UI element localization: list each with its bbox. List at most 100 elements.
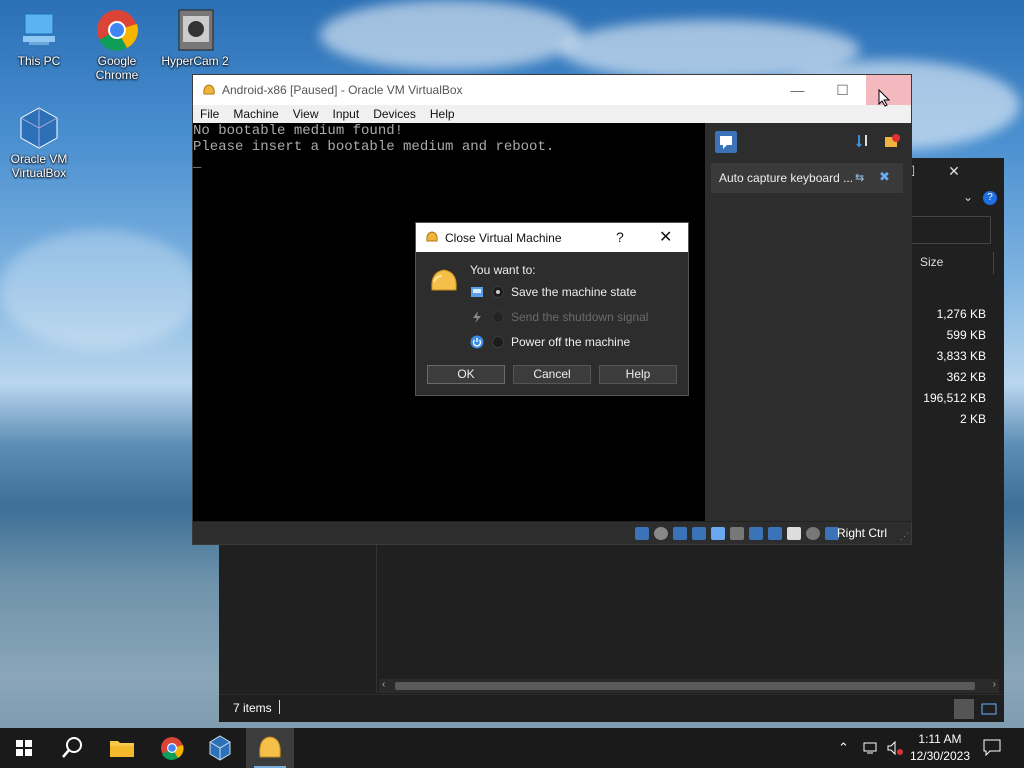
file-size: 362 KB xyxy=(946,370,986,384)
shutdown-signal-icon xyxy=(470,310,484,324)
cloud xyxy=(0,230,200,350)
vm-titlebar[interactable]: Android-x86 [Paused] - Oracle VM Virtual… xyxy=(193,75,911,107)
virtualbox-vm-icon xyxy=(259,736,281,758)
audio-icon[interactable] xyxy=(673,527,687,540)
column-header-size[interactable]: Size xyxy=(920,255,943,269)
cpu-icon[interactable] xyxy=(787,527,801,540)
taskbar-virtualbox[interactable] xyxy=(196,728,244,768)
close-button[interactable] xyxy=(866,75,911,107)
desktop-icon-virtualbox[interactable]: Oracle VM VirtualBox xyxy=(4,106,74,180)
dialog-titlebar[interactable]: Close Virtual Machine ? ✕ xyxy=(416,223,688,252)
minimize-button[interactable]: — xyxy=(775,75,820,105)
size-column: 1,276 KB 599 KB 3,833 KB 362 KB 196,512 … xyxy=(923,306,986,432)
scroll-right-icon[interactable]: › xyxy=(993,679,996,690)
virtualbox-icon xyxy=(209,735,231,761)
message-icon[interactable] xyxy=(715,131,737,153)
search-button[interactable] xyxy=(48,728,96,768)
display-icon[interactable] xyxy=(749,527,763,540)
recording-icon[interactable] xyxy=(768,527,782,540)
desktop-icon-hypercam[interactable]: HyperCam 2 xyxy=(160,8,230,68)
desktop-icon-label: This PC xyxy=(17,54,61,68)
search-input[interactable] xyxy=(911,216,991,244)
close-vm-dialog[interactable]: Close Virtual Machine ? ✕ You want to: S… xyxy=(415,222,689,396)
mouse-integration-icon[interactable] xyxy=(806,527,820,540)
file-size: 599 KB xyxy=(946,328,986,342)
notification-center: Auto capture keyboard ... ⇆ ✖ xyxy=(707,123,912,523)
power-off-radio[interactable] xyxy=(492,336,504,348)
notification-text: Auto capture keyboard ... xyxy=(719,171,854,185)
search-icon xyxy=(62,737,82,758)
column-divider xyxy=(993,252,994,274)
file-size: 1,276 KB xyxy=(936,307,986,321)
taskbar-virtualbox-vm[interactable] xyxy=(246,728,294,768)
file-explorer-icon xyxy=(110,741,134,757)
menu-help[interactable]: Help xyxy=(423,105,462,123)
toggle-icon[interactable]: ⇆ xyxy=(855,171,864,184)
chevron-down-icon[interactable]: ⌄ xyxy=(963,190,973,204)
menu-machine[interactable]: Machine xyxy=(226,105,285,123)
option-label: Power off the machine xyxy=(511,335,631,349)
scroll-left-icon[interactable]: ‹ xyxy=(382,679,385,690)
text-cursor xyxy=(279,700,280,714)
menu-file[interactable]: File xyxy=(193,105,226,123)
cloud xyxy=(320,0,580,70)
save-state-radio[interactable] xyxy=(492,286,504,298)
dialog-prompt: You want to: xyxy=(470,263,536,277)
console-cursor: _ xyxy=(193,155,202,171)
notifications-icon[interactable] xyxy=(982,738,1002,759)
network-icon[interactable] xyxy=(862,740,880,759)
clear-all-icon[interactable] xyxy=(883,133,901,149)
virtualbox-vm-icon xyxy=(201,82,217,98)
option-label: Save the machine state xyxy=(511,285,637,299)
mouse-cursor-icon xyxy=(878,89,891,107)
scrollbar-thumb[interactable] xyxy=(395,682,975,690)
host-key-label[interactable]: Right Ctrl xyxy=(837,526,887,540)
menu-view[interactable]: View xyxy=(286,105,326,123)
help-icon[interactable]: ? xyxy=(983,191,997,205)
shared-folders-icon[interactable] xyxy=(730,527,744,540)
desktop-icon-this-pc[interactable]: This PC xyxy=(4,8,74,68)
console-line: No bootable medium found! xyxy=(193,123,404,139)
navigation-pane[interactable] xyxy=(219,543,377,693)
details-view-icon[interactable] xyxy=(954,699,974,719)
start-icon xyxy=(16,740,32,756)
taskbar-chrome[interactable] xyxy=(148,728,196,768)
shutdown-signal-radio xyxy=(492,311,504,323)
close-icon[interactable]: ✕ xyxy=(659,227,672,247)
close-notification-icon[interactable]: ✖ xyxy=(879,169,890,185)
chrome-icon xyxy=(95,8,139,52)
clock[interactable]: 1:11 AM 12/30/2023 xyxy=(910,731,970,765)
maximize-button[interactable]: ☐ xyxy=(820,75,865,105)
ok-button[interactable]: OK xyxy=(427,365,505,384)
console-line: Please insert a bootable medium and rebo… xyxy=(193,139,555,155)
menu-devices[interactable]: Devices xyxy=(366,105,423,123)
notification-item[interactable]: Auto capture keyboard ... ⇆ ✖ xyxy=(711,163,903,193)
desktop-icon-chrome[interactable]: Google Chrome xyxy=(82,8,152,82)
usb-icon[interactable] xyxy=(711,527,725,540)
volume-muted-icon[interactable] xyxy=(886,740,904,759)
help-button[interactable]: Help xyxy=(599,365,677,384)
cancel-button[interactable]: Cancel xyxy=(513,365,591,384)
close-button[interactable]: ✕ xyxy=(934,160,974,182)
start-button[interactable] xyxy=(0,728,48,768)
menu-bar: File Machine View Input Devices Help xyxy=(193,105,911,123)
taskbar: ⌃ 1:11 AM 12/30/2023 xyxy=(0,728,1024,768)
horizontal-scrollbar[interactable]: ‹ › xyxy=(379,679,999,693)
network-icon[interactable] xyxy=(692,527,706,540)
chevron-up-icon[interactable]: ⌃ xyxy=(838,740,849,756)
hard-disk-icon[interactable] xyxy=(635,527,649,540)
file-size: 3,833 KB xyxy=(936,349,986,363)
dialog-title: Close Virtual Machine xyxy=(445,231,562,245)
file-size: 196,512 KB xyxy=(923,391,986,405)
status-bar: 7 items xyxy=(219,694,1004,722)
context-help-button[interactable]: ? xyxy=(616,229,624,245)
taskbar-file-explorer[interactable] xyxy=(98,728,146,768)
sort-icon[interactable] xyxy=(855,133,871,149)
tiles-view-icon[interactable] xyxy=(979,699,999,719)
resize-grip-icon[interactable]: ⋰ xyxy=(900,531,909,542)
vm-status-bar: Right Ctrl ⋰ xyxy=(193,521,911,544)
this-pc-icon xyxy=(17,8,61,52)
optical-drive-icon[interactable] xyxy=(654,527,668,540)
menu-input[interactable]: Input xyxy=(326,105,367,123)
date: 12/30/2023 xyxy=(909,749,970,763)
